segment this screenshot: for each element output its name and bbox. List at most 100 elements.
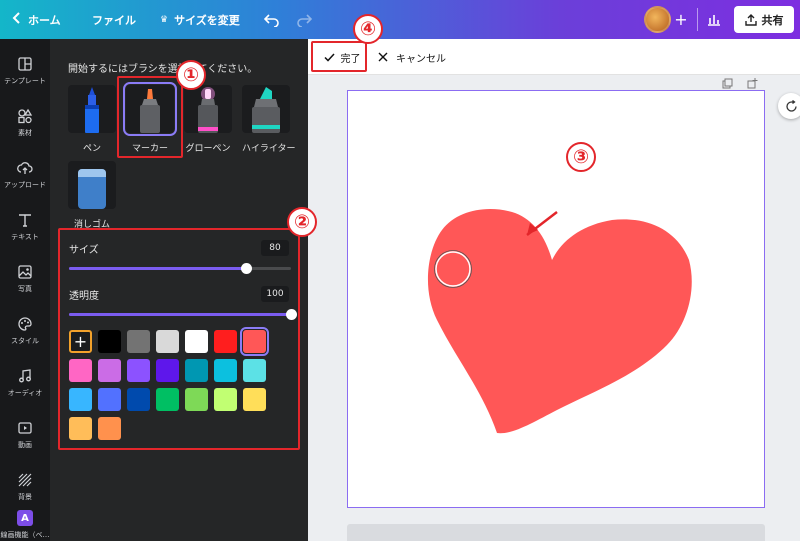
undo-button[interactable]	[260, 0, 284, 39]
color-swatch[interactable]	[243, 359, 266, 382]
file-menu[interactable]: ファイル	[92, 0, 136, 39]
color-swatch[interactable]	[214, 330, 237, 353]
bar-chart-icon	[708, 15, 720, 26]
color-swatch[interactable]	[240, 327, 269, 356]
top-bar: ホーム ファイル ♛ サイズを変更 + 共有	[0, 0, 800, 39]
chevron-left-icon	[12, 12, 22, 27]
text-icon	[19, 214, 31, 227]
page-tools	[722, 78, 758, 89]
share-label: 共有	[761, 13, 784, 27]
home-button[interactable]: ホーム	[12, 0, 61, 39]
color-swatch[interactable]	[156, 359, 179, 382]
glow-pen-icon	[184, 85, 232, 133]
color-swatch[interactable]	[214, 359, 237, 382]
audio-icon	[19, 369, 31, 383]
insights-button[interactable]	[702, 0, 726, 39]
plus-icon: +	[73, 332, 88, 351]
size-label: サイズ	[69, 245, 99, 256]
draw-app-icon: A	[17, 510, 33, 526]
color-swatch[interactable]	[69, 359, 92, 382]
elements-icon	[18, 108, 33, 124]
color-swatch[interactable]	[156, 388, 179, 411]
heart-shape[interactable]	[427, 208, 692, 433]
panel-title: 開始するにはブラシを選択してください。	[68, 64, 258, 75]
plus-icon: +	[674, 10, 688, 29]
opacity-slider-fill	[69, 313, 291, 316]
color-swatch[interactable]	[127, 330, 150, 353]
rail-item-elements[interactable]: 素材	[0, 97, 50, 149]
color-swatch[interactable]	[156, 330, 179, 353]
color-swatch[interactable]	[127, 359, 150, 382]
template-icon	[18, 57, 32, 71]
rail-item-text[interactable]: テキスト	[0, 201, 50, 253]
style-icon	[18, 317, 32, 331]
add-page-bar[interactable]	[347, 524, 765, 541]
color-swatch[interactable]	[98, 330, 121, 353]
color-swatch[interactable]	[185, 359, 208, 382]
design-page[interactable]	[347, 78, 765, 508]
brush-label: グローペン	[185, 144, 231, 154]
cancel-label: キャンセル	[396, 53, 446, 65]
video-icon	[18, 422, 32, 434]
opacity-label: 透明度	[69, 291, 99, 302]
share-button[interactable]: 共有	[734, 6, 794, 33]
background-icon	[18, 473, 32, 487]
eraser-icon	[68, 161, 116, 209]
file-label: ファイル	[92, 13, 136, 27]
size-value[interactable]: 80	[261, 240, 289, 256]
brush-eraser[interactable]: 消しゴム	[68, 161, 116, 230]
duplicate-page-icon[interactable]	[722, 78, 733, 89]
rail-item-video[interactable]: 動画	[0, 409, 50, 461]
color-swatch[interactable]	[69, 388, 92, 411]
annotation-box-4	[311, 41, 367, 72]
color-swatch[interactable]	[243, 388, 266, 411]
pen-icon	[68, 85, 116, 133]
rail-item-audio[interactable]: オーディオ	[0, 357, 50, 409]
add-collaborator-button[interactable]: +	[669, 0, 693, 39]
brush-settings-group: サイズ 80 透明度 100 +	[58, 228, 300, 450]
brush-pen[interactable]: ペン	[68, 85, 116, 154]
color-swatch[interactable]	[98, 388, 121, 411]
photo-icon	[18, 265, 32, 279]
resize-button[interactable]: ♛ サイズを変更	[160, 0, 240, 39]
size-slider-fill	[69, 267, 247, 270]
cancel-button[interactable]: キャンセル	[378, 45, 446, 69]
heart-drawing[interactable]	[347, 90, 765, 508]
color-swatch[interactable]	[214, 388, 237, 411]
brush-glow-pen[interactable]: グローペン	[184, 85, 232, 154]
size-slider[interactable]	[69, 263, 291, 274]
color-swatch[interactable]	[185, 388, 208, 411]
rail-item-background[interactable]: 背景	[0, 461, 50, 513]
color-swatch[interactable]	[127, 388, 150, 411]
color-swatch[interactable]	[98, 417, 121, 440]
draw-edit-bar: 完了 キャンセル	[308, 39, 800, 75]
topbar-divider	[697, 8, 698, 31]
draw-panel: 開始するにはブラシを選択してください。 ペン マーカー グローペン ハイライター…	[50, 39, 308, 541]
brush-label: ハイライター	[242, 144, 296, 154]
rail-item-draw-app[interactable]: A 線画機能（ベ…	[0, 509, 50, 541]
color-swatch[interactable]	[98, 359, 121, 382]
resize-label: サイズを変更	[174, 13, 240, 27]
rail-item-template[interactable]: テンプレート	[0, 45, 50, 97]
redo-button[interactable]	[292, 0, 316, 39]
rail-item-style[interactable]: スタイル	[0, 305, 50, 357]
rail-item-photo[interactable]: 写真	[0, 253, 50, 305]
refresh-comment-button[interactable]	[778, 93, 800, 119]
brush-label: ペン	[82, 144, 101, 154]
opacity-slider-knob[interactable]	[285, 309, 297, 320]
home-label: ホーム	[28, 13, 61, 27]
add-color-button[interactable]: +	[69, 330, 92, 353]
opacity-slider[interactable]	[69, 309, 297, 320]
color-swatch[interactable]	[69, 417, 92, 440]
rail-item-upload[interactable]: アップロード	[0, 149, 50, 201]
highlighter-icon	[242, 85, 290, 133]
opacity-value[interactable]: 100	[261, 286, 289, 302]
left-rail: テンプレート 素材 アップロード テキスト 写真 スタイル オーディオ 動画 背…	[0, 39, 50, 541]
add-page-icon[interactable]	[747, 78, 758, 89]
annotation-badge-2: ②	[287, 207, 317, 237]
brush-highlighter[interactable]: ハイライター	[242, 85, 296, 154]
color-swatch[interactable]	[185, 330, 208, 353]
avatar[interactable]	[644, 6, 671, 33]
annotation-badge-3: ③	[566, 142, 596, 172]
size-slider-knob[interactable]	[241, 263, 253, 274]
